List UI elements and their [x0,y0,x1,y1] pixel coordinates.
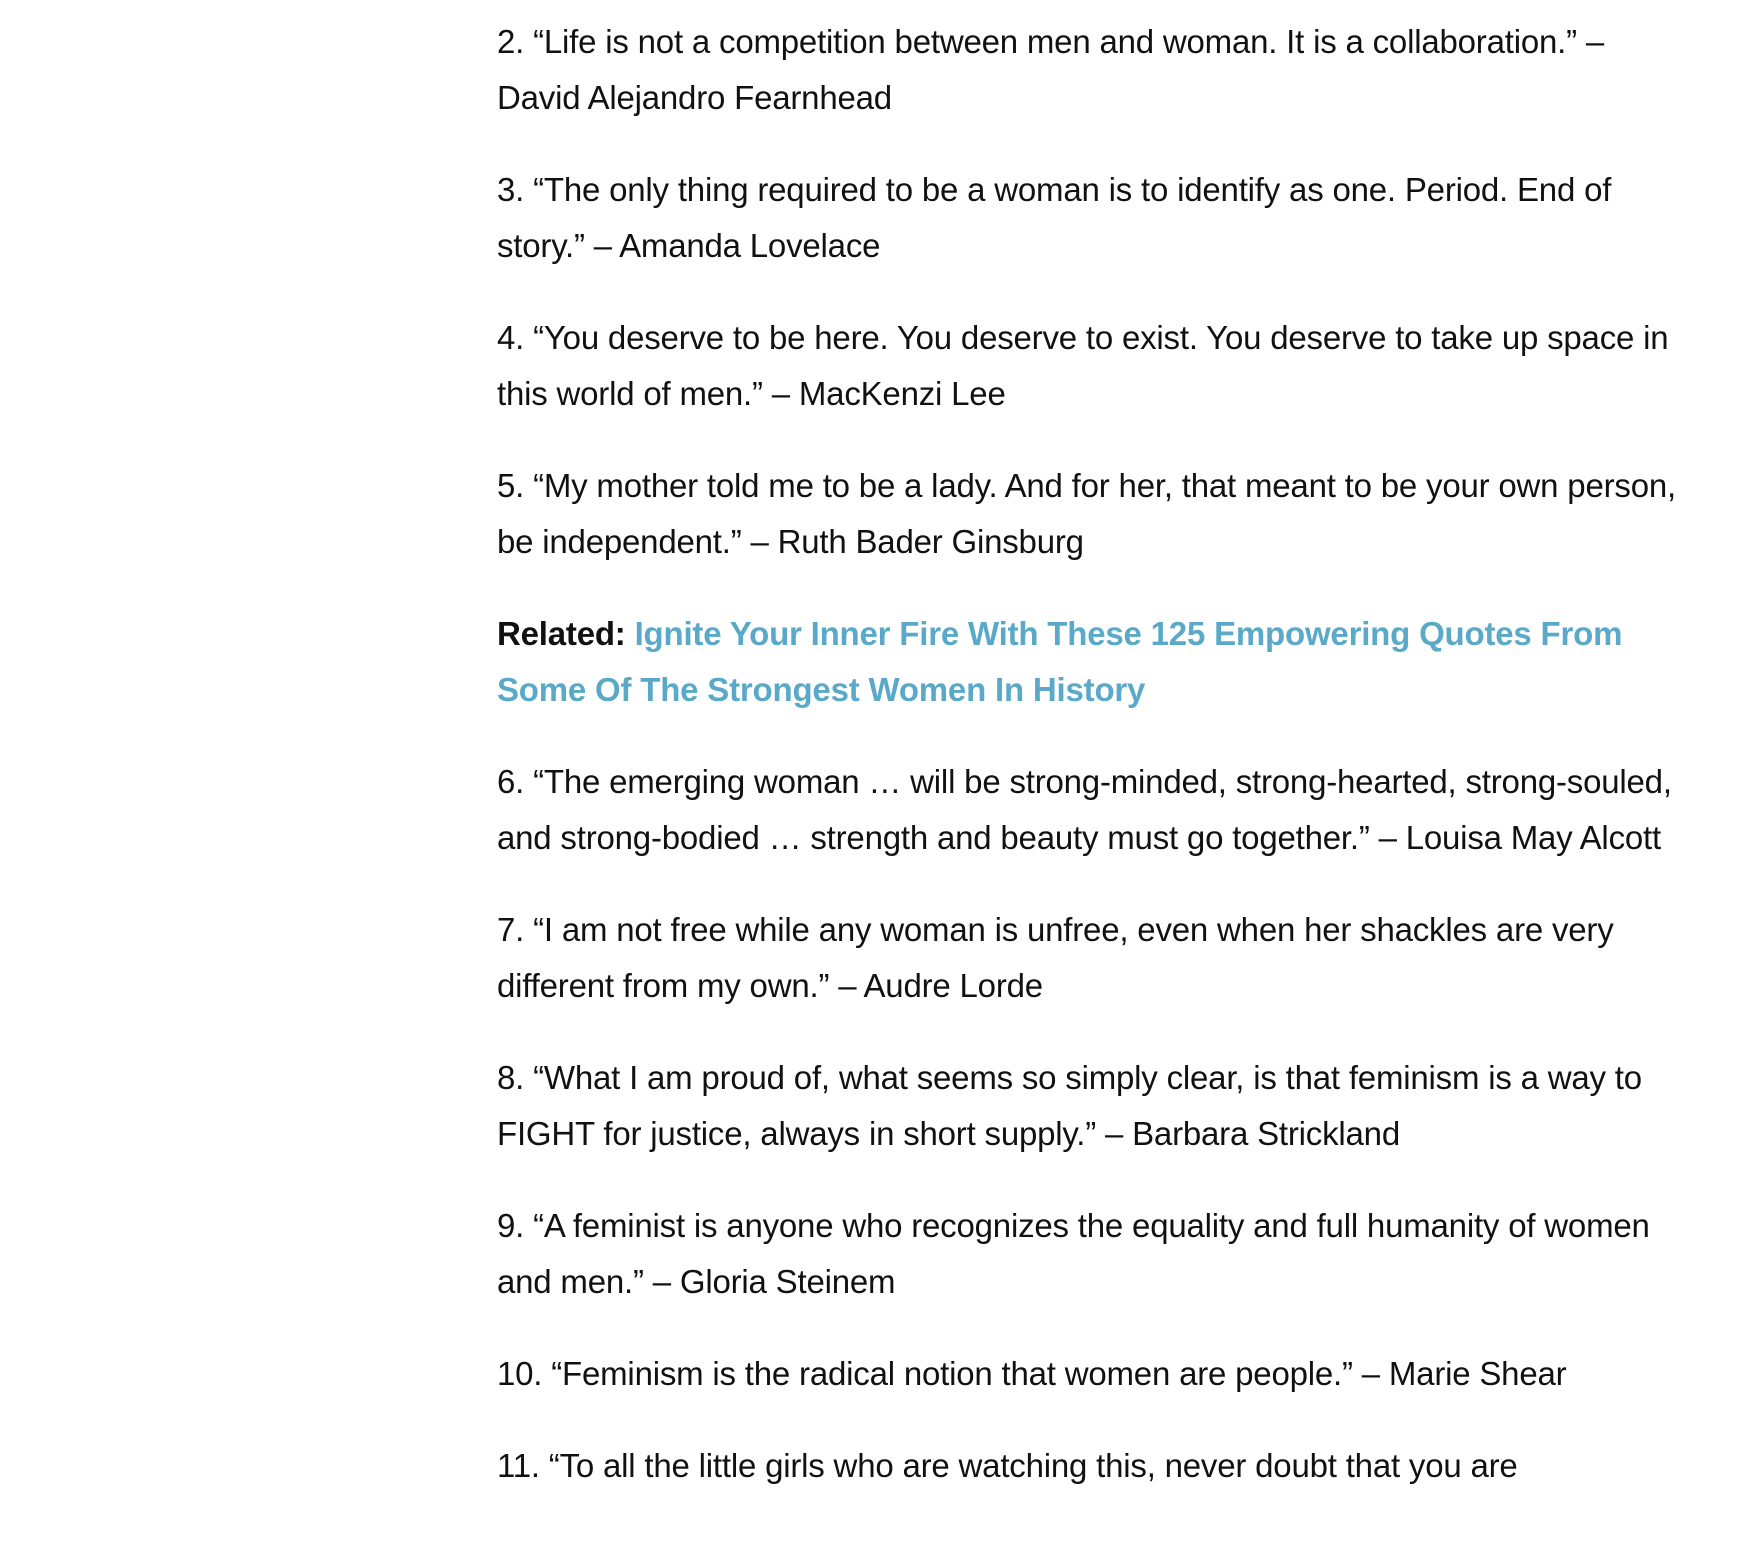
quote-4: 4. “You deserve to be here. You deserve … [497,319,1669,412]
quote-8: 8. “What I am proud of, what seems so si… [497,1059,1642,1152]
quote-2: 2. “Life is not a competition between me… [497,23,1605,116]
quote-10: 10. “Feminism is the radical notion that… [497,1355,1567,1392]
related-label: Related: [497,615,635,652]
quote-11: 11. “To all the little girls who are wat… [497,1447,1518,1484]
article-body: 2. “Life is not a competition between me… [497,14,1687,1530]
related-article-link[interactable]: Ignite Your Inner Fire With These 125 Em… [497,615,1622,708]
quote-3: 3. “The only thing required to be a woma… [497,171,1612,264]
quote-6: 6. “The emerging woman … will be strong-… [497,763,1672,856]
quote-7: 7. “I am not free while any woman is unf… [497,911,1614,1004]
related-block: Related: Ignite Your Inner Fire With The… [497,606,1687,718]
quote-9: 9. “A feminist is anyone who recognizes … [497,1207,1650,1300]
quote-5: 5. “My mother told me to be a lady. And … [497,467,1676,560]
